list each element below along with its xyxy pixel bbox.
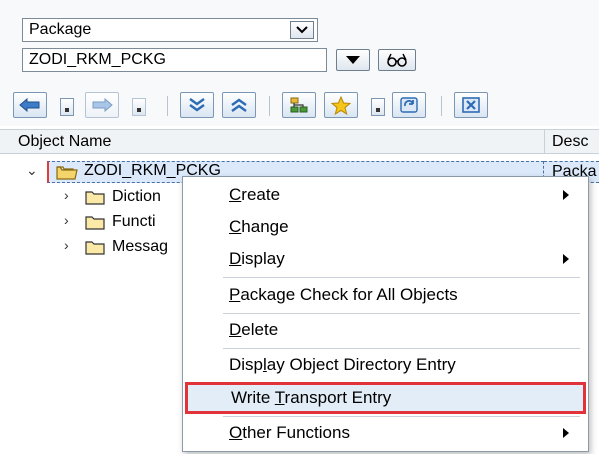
column-object-name[interactable]: Object Name <box>18 133 111 151</box>
hierarchy-icon <box>290 97 308 113</box>
menu-item-label: Package Check for All Objects <box>229 285 458 304</box>
tree-column-header: Object Name Desc <box>0 129 599 154</box>
refresh-icon <box>400 97 418 113</box>
menu-item-display-directory-entry[interactable]: Display Object Directory Entry <box>183 349 588 381</box>
column-divider[interactable] <box>544 130 545 154</box>
collapse-chevron-icon[interactable]: ⌄ <box>26 162 38 179</box>
folder-icon <box>85 216 105 230</box>
submenu-arrow-icon <box>563 190 569 200</box>
object-name-value: ZODI_RKM_PCKG <box>29 51 166 68</box>
tree-child-label: Messag <box>112 238 169 255</box>
favorites-menu-button[interactable] <box>371 98 385 116</box>
toolbar-separator <box>441 96 442 116</box>
expand-chevron-icon[interactable]: › <box>64 212 69 228</box>
favorites-button[interactable] <box>324 92 358 118</box>
back-history-button[interactable] <box>60 98 74 116</box>
folder-icon <box>85 191 105 205</box>
submenu-arrow-icon <box>563 254 569 264</box>
dropdown-arrow-icon <box>346 56 360 64</box>
tree-child-label: Diction <box>112 188 161 205</box>
tree-child-row[interactable]: › Functi <box>0 212 200 234</box>
collapse-all-icon <box>231 98 247 112</box>
menu-separator <box>223 277 580 278</box>
menu-item-label: Delete <box>229 320 279 339</box>
display-button[interactable] <box>378 49 416 71</box>
menu-item-package-check[interactable]: Package Check for All Objects <box>183 279 588 311</box>
close-window-button[interactable] <box>454 92 488 118</box>
refresh-button[interactable] <box>392 92 426 118</box>
expand-all-icon <box>189 98 205 112</box>
favorites-star-icon <box>331 95 351 115</box>
object-type-value: Package <box>29 21 92 38</box>
object-name-input[interactable]: ZODI_RKM_PCKG <box>22 48 327 72</box>
collapse-all-button[interactable] <box>222 92 256 118</box>
forward-arrow-icon <box>92 98 113 112</box>
menu-item-create[interactable]: Create <box>183 179 588 211</box>
tree-child-label: Functi <box>112 213 156 230</box>
expand-chevron-icon[interactable]: › <box>64 237 69 253</box>
forward-history-button[interactable] <box>132 98 146 116</box>
menu-item-label: Display Object Directory Entry <box>229 355 456 374</box>
back-arrow-icon <box>19 98 40 112</box>
back-button[interactable] <box>13 92 47 118</box>
menu-item-other-functions[interactable]: Other Functions <box>183 417 588 449</box>
forward-button[interactable] <box>85 92 119 118</box>
menu-item-label: Create <box>229 185 281 204</box>
toolbar-separator <box>167 96 168 116</box>
menu-item-label: Display <box>229 249 285 268</box>
menu-item-change[interactable]: Change <box>183 211 588 243</box>
submenu-arrow-icon <box>563 428 569 438</box>
open-folder-icon <box>56 166 78 180</box>
display-glasses-icon <box>387 53 407 67</box>
toolbar-separator <box>269 96 270 116</box>
folder-icon <box>85 241 105 255</box>
menu-item-write-transport-entry[interactable]: Write Transport Entry <box>185 382 586 414</box>
expand-all-button[interactable] <box>180 92 214 118</box>
chevron-down-icon[interactable] <box>290 21 314 39</box>
dropdown-button[interactable] <box>336 49 370 71</box>
menu-item-delete[interactable]: Delete <box>183 314 588 346</box>
close-window-icon <box>462 97 480 113</box>
context-menu: Create Change Display Package Check for … <box>182 176 589 452</box>
object-type-select[interactable]: Package <box>22 18 318 42</box>
menu-item-label: Change <box>229 217 289 236</box>
menu-item-label: Other Functions <box>229 423 350 442</box>
tree-child-row[interactable]: › Diction <box>0 187 200 209</box>
expand-chevron-icon[interactable]: › <box>64 187 69 203</box>
tree-child-row[interactable]: › Messag <box>0 237 200 259</box>
menu-item-display[interactable]: Display <box>183 243 588 275</box>
hierarchy-button[interactable] <box>282 92 316 118</box>
menu-item-label: Write Transport Entry <box>231 388 392 407</box>
column-description[interactable]: Desc <box>552 133 588 151</box>
